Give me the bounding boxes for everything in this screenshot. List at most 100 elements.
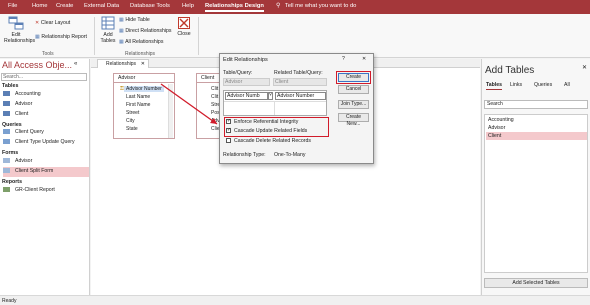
nav-item-label: Client — [15, 111, 29, 117]
hide-table-icon: ▦ — [119, 17, 124, 23]
close-button[interactable]: Close — [176, 17, 192, 37]
chevron-down-icon[interactable]: ˅ — [268, 92, 273, 100]
checkbox-empty-icon — [226, 138, 231, 144]
pane-table-list: Accounting Advisor Client — [484, 114, 588, 273]
menu-help[interactable]: Help — [182, 3, 194, 9]
nav-item-label: Client Type Update Query — [15, 139, 75, 145]
table-icon — [3, 101, 10, 107]
edit-relationships-label-2: Relationships — [4, 38, 36, 44]
hide-table-button[interactable]: ▦ Hide Table — [119, 17, 150, 23]
tell-me-label: Tell me what you want to do — [284, 3, 357, 9]
nav-section-tables[interactable]: Tables — [2, 83, 18, 89]
field-mapping-grid[interactable]: Advisor Numb ˅ Advisor Number — [223, 90, 327, 116]
table-query-label: Table/Query: — [223, 70, 253, 76]
create-new-button[interactable]: Create New... — [338, 113, 369, 127]
navigation-pane: All Access Obje... « Search... Tables Ac… — [0, 59, 90, 295]
edit-relationships-dialog: Edit Relationships ? ✕ Table/Query: Rela… — [219, 53, 374, 164]
all-relationships-label: All Relationships — [125, 39, 164, 45]
relationship-type-value: One-To-Many — [274, 152, 306, 158]
nav-item-accounting[interactable]: Accounting — [3, 90, 89, 100]
pane-list-item-client[interactable]: Client — [486, 132, 587, 140]
nav-item-advisor-form[interactable]: Advisor — [3, 157, 89, 167]
nav-item-gr-client-report[interactable]: GR-Client Report — [3, 186, 89, 196]
tab-close-icon[interactable]: ✕ — [141, 60, 145, 68]
tools-group-label: Tools — [42, 51, 54, 57]
nav-section-reports[interactable]: Reports — [2, 179, 22, 185]
table-icon — [3, 111, 10, 117]
grid-divider — [274, 101, 275, 115]
direct-relationships-label: Direct Relationships — [125, 28, 172, 34]
ribbon: Edit Relationships ✕ Clear Layout ▦ Rela… — [0, 14, 590, 58]
nav-item-client-type-update-query[interactable]: Client Type Update Query — [3, 138, 89, 148]
cascade-delete-checkbox[interactable]: Cascade Delete Related Records — [226, 138, 311, 144]
tab-relationships[interactable]: Relationships ✕ — [97, 59, 149, 68]
add-selected-tables-button[interactable]: Add Selected Tables — [484, 278, 588, 288]
nav-item-advisor[interactable]: Advisor — [3, 100, 89, 110]
nav-item-label: Accounting — [15, 91, 41, 97]
table-icon — [3, 91, 10, 97]
checkbox-highlight — [224, 117, 329, 137]
pane-list-item-accounting[interactable]: Accounting — [486, 116, 587, 124]
nav-item-client-query[interactable]: Client Query — [3, 128, 89, 138]
menu-home[interactable]: Home — [32, 3, 47, 9]
add-tables-label-2: Tables — [100, 38, 116, 44]
nav-search-input[interactable]: Search... — [1, 73, 87, 81]
report-icon — [3, 187, 10, 193]
pane-close-icon[interactable]: ✕ — [582, 64, 587, 71]
relationship-type-label: Relationship Type: — [223, 152, 266, 158]
query-icon — [3, 139, 10, 145]
add-tables-icon — [101, 16, 115, 30]
add-tables-button[interactable]: Add Tables — [98, 16, 118, 44]
ribbon-separator — [198, 17, 199, 55]
menu-external-data[interactable]: External Data — [84, 3, 119, 9]
dialog-close-button[interactable]: ✕ — [362, 56, 366, 62]
join-type-button[interactable]: Join Type... — [338, 100, 369, 109]
cancel-button[interactable]: Cancel — [338, 85, 369, 94]
menu-create[interactable]: Create — [56, 3, 73, 9]
tab-relationships-label: Relationships — [106, 61, 137, 67]
nav-title[interactable]: All Access Obje... — [2, 60, 72, 70]
all-relationships-button[interactable]: ▦ All Relationships — [119, 39, 163, 45]
create-button-highlight — [336, 71, 371, 84]
pane-tab-tables[interactable]: Tables — [486, 82, 503, 90]
status-bar: Ready — [0, 295, 590, 305]
dialog-help-button[interactable]: ? — [342, 56, 345, 62]
close-icon — [178, 17, 190, 29]
form-icon — [3, 158, 10, 164]
related-table-query-select[interactable]: Client — [273, 78, 327, 86]
relationship-report-label: Relationship Report — [41, 34, 87, 40]
pane-search-input[interactable]: Search — [484, 100, 588, 109]
grid-divider — [224, 101, 326, 102]
pane-tab-links[interactable]: Links — [510, 82, 522, 88]
report-icon: ▦ — [35, 34, 40, 40]
nav-item-label: Advisor — [15, 101, 33, 107]
tell-me-search[interactable]: ⚲ Tell me what you want to do — [276, 3, 356, 9]
pane-list-item-advisor[interactable]: Advisor — [486, 124, 587, 132]
edit-relationships-button[interactable]: Edit Relationships — [4, 16, 36, 44]
all-relationships-icon: ▦ — [119, 39, 124, 45]
edit-relationships-icon — [8, 16, 24, 30]
table-query-select[interactable]: Advisor — [223, 78, 270, 86]
hide-table-label: Hide Table — [125, 17, 150, 23]
nav-item-label: Client Split Form — [15, 168, 54, 174]
pane-tab-queries[interactable]: Queries — [534, 82, 552, 88]
clear-layout-label: Clear Layout — [40, 20, 71, 26]
nav-item-client-split-form[interactable]: Client Split Form — [3, 167, 89, 177]
left-field-cell[interactable]: Advisor Numb — [225, 92, 268, 100]
cascade-delete-label: Cascade Delete Related Records — [234, 138, 311, 144]
direct-relationships-button[interactable]: ▦ Direct Relationships — [119, 28, 172, 34]
nav-collapse-icon[interactable]: « — [74, 61, 77, 67]
relationships-group-label: Relationships — [125, 51, 156, 57]
query-icon — [3, 129, 10, 135]
menu-relationships-design[interactable]: Relationships Design — [205, 3, 264, 12]
clear-layout-button[interactable]: ✕ Clear Layout — [35, 20, 70, 26]
relationship-report-button[interactable]: ▦ Relationship Report — [35, 34, 87, 40]
right-field-cell[interactable]: Advisor Number — [275, 92, 326, 100]
nav-section-forms[interactable]: Forms — [2, 150, 18, 156]
pane-tab-all[interactable]: All — [564, 82, 570, 88]
lightbulb-icon: ⚲ — [276, 3, 281, 9]
menu-database-tools[interactable]: Database Tools — [130, 3, 170, 9]
menu-file[interactable]: File — [8, 3, 17, 9]
nav-item-label: Client Query — [15, 129, 44, 135]
nav-item-client[interactable]: Client — [3, 110, 89, 120]
